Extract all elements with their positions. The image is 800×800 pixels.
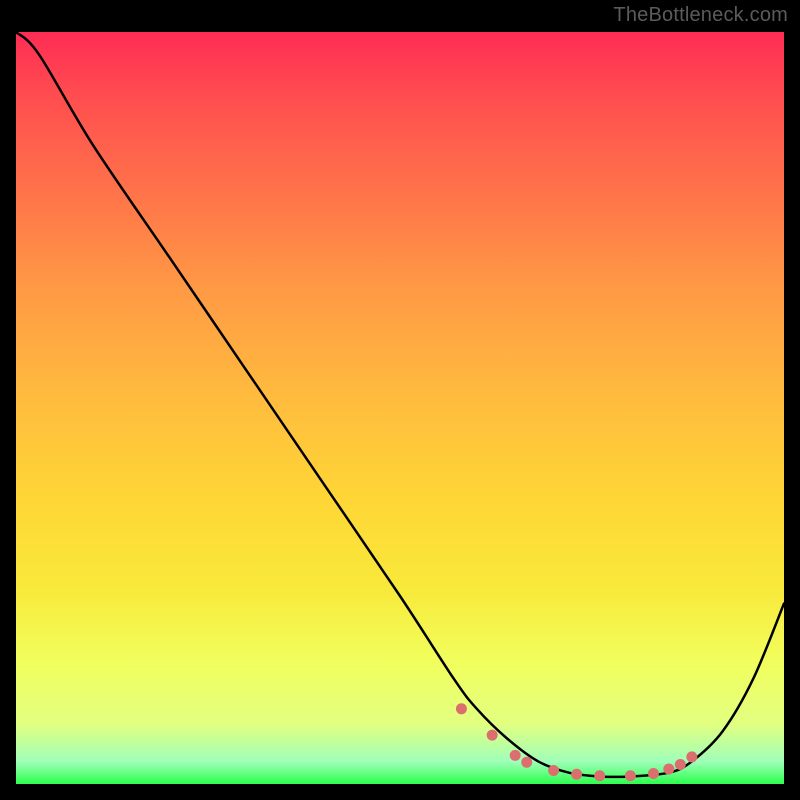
marker-dot xyxy=(648,768,659,779)
plot-area xyxy=(16,32,784,784)
chart-container: TheBottleneck.com xyxy=(0,0,800,800)
marker-dots xyxy=(456,703,697,781)
marker-dot xyxy=(521,757,532,768)
chart-svg xyxy=(16,32,784,784)
marker-dot xyxy=(675,759,686,770)
marker-dot xyxy=(456,703,467,714)
marker-dot xyxy=(594,770,605,781)
marker-dot xyxy=(548,765,559,776)
marker-dot xyxy=(663,763,674,774)
marker-dot xyxy=(487,730,498,741)
marker-dot xyxy=(571,769,582,780)
marker-dot xyxy=(510,750,521,761)
curve-line xyxy=(16,32,784,777)
watermark-text: TheBottleneck.com xyxy=(613,4,788,27)
marker-dot xyxy=(625,770,636,781)
marker-dot xyxy=(686,751,697,762)
